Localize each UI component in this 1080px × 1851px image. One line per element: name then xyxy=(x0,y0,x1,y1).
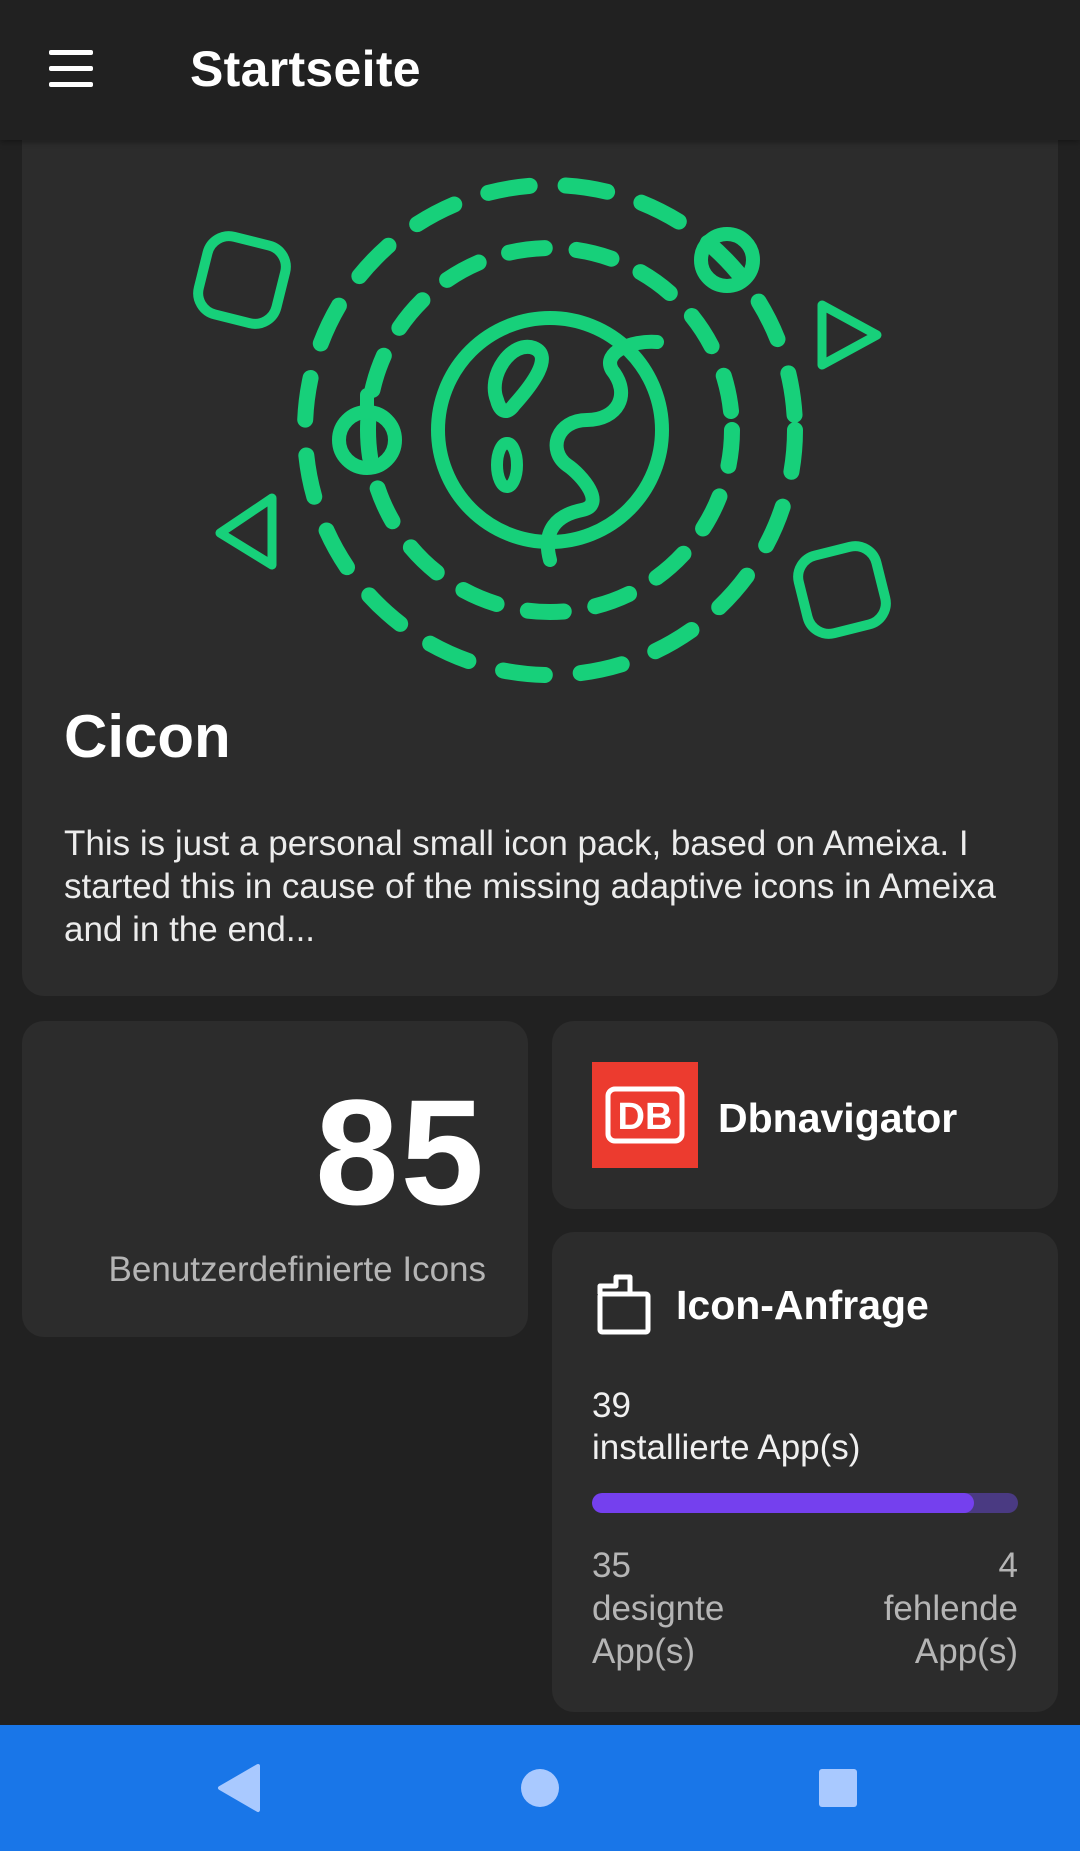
icon-pack-title: Cicon xyxy=(64,703,231,770)
request-progress-fill xyxy=(592,1493,975,1513)
themed-count: 35 xyxy=(592,1546,631,1585)
request-folder-icon xyxy=(597,1274,651,1335)
custom-icons-count: 85 xyxy=(315,1068,486,1236)
installed-label: installierte App(s) xyxy=(592,1428,861,1467)
themed-apps-stat: 35 designte App(s) xyxy=(592,1544,724,1673)
hamburger-menu-icon[interactable] xyxy=(44,48,98,90)
recents-square-icon[interactable] xyxy=(808,1758,868,1818)
back-triangle-icon[interactable] xyxy=(208,1758,268,1818)
db-logo-icon: DB xyxy=(592,1062,698,1168)
themed-label-line2: App(s) xyxy=(592,1632,696,1671)
system-navigation-bar xyxy=(0,1725,1080,1851)
top-app-bar: Startseite xyxy=(0,0,1080,140)
missing-apps-stat: 4 fehlende App(s) xyxy=(884,1544,1018,1673)
icon-request-card[interactable]: Icon-Anfrage 39 installierte App(s) 35 d… xyxy=(552,1232,1058,1712)
missing-label-line2: App(s) xyxy=(914,1632,1018,1671)
icon-pack-card[interactable]: Cicon This is just a personal small icon… xyxy=(22,100,1058,996)
icon-request-title: Icon-Anfrage xyxy=(676,1282,929,1328)
custom-icons-card[interactable]: 85 Benutzerdefinierte Icons xyxy=(22,1021,528,1337)
missing-label-line1: fehlende xyxy=(883,1589,1018,1628)
themed-label-line1: designte xyxy=(592,1589,725,1628)
featured-app-card[interactable]: DB Dbnavigator xyxy=(552,1021,1058,1209)
icon-pack-description: This is just a personal small icon pack,… xyxy=(64,824,996,949)
installed-count: 39 xyxy=(592,1386,631,1425)
request-progress-bar xyxy=(592,1493,1018,1513)
page-title: Startseite xyxy=(190,41,421,97)
home-circle-icon[interactable] xyxy=(510,1758,570,1818)
custom-icons-label: Benutzerdefinierte Icons xyxy=(108,1250,486,1289)
globe-orbit-illustration xyxy=(193,177,891,683)
missing-count: 4 xyxy=(998,1546,1018,1585)
db-logo-text: DB xyxy=(618,1096,673,1138)
featured-app-name: Dbnavigator xyxy=(718,1095,958,1141)
